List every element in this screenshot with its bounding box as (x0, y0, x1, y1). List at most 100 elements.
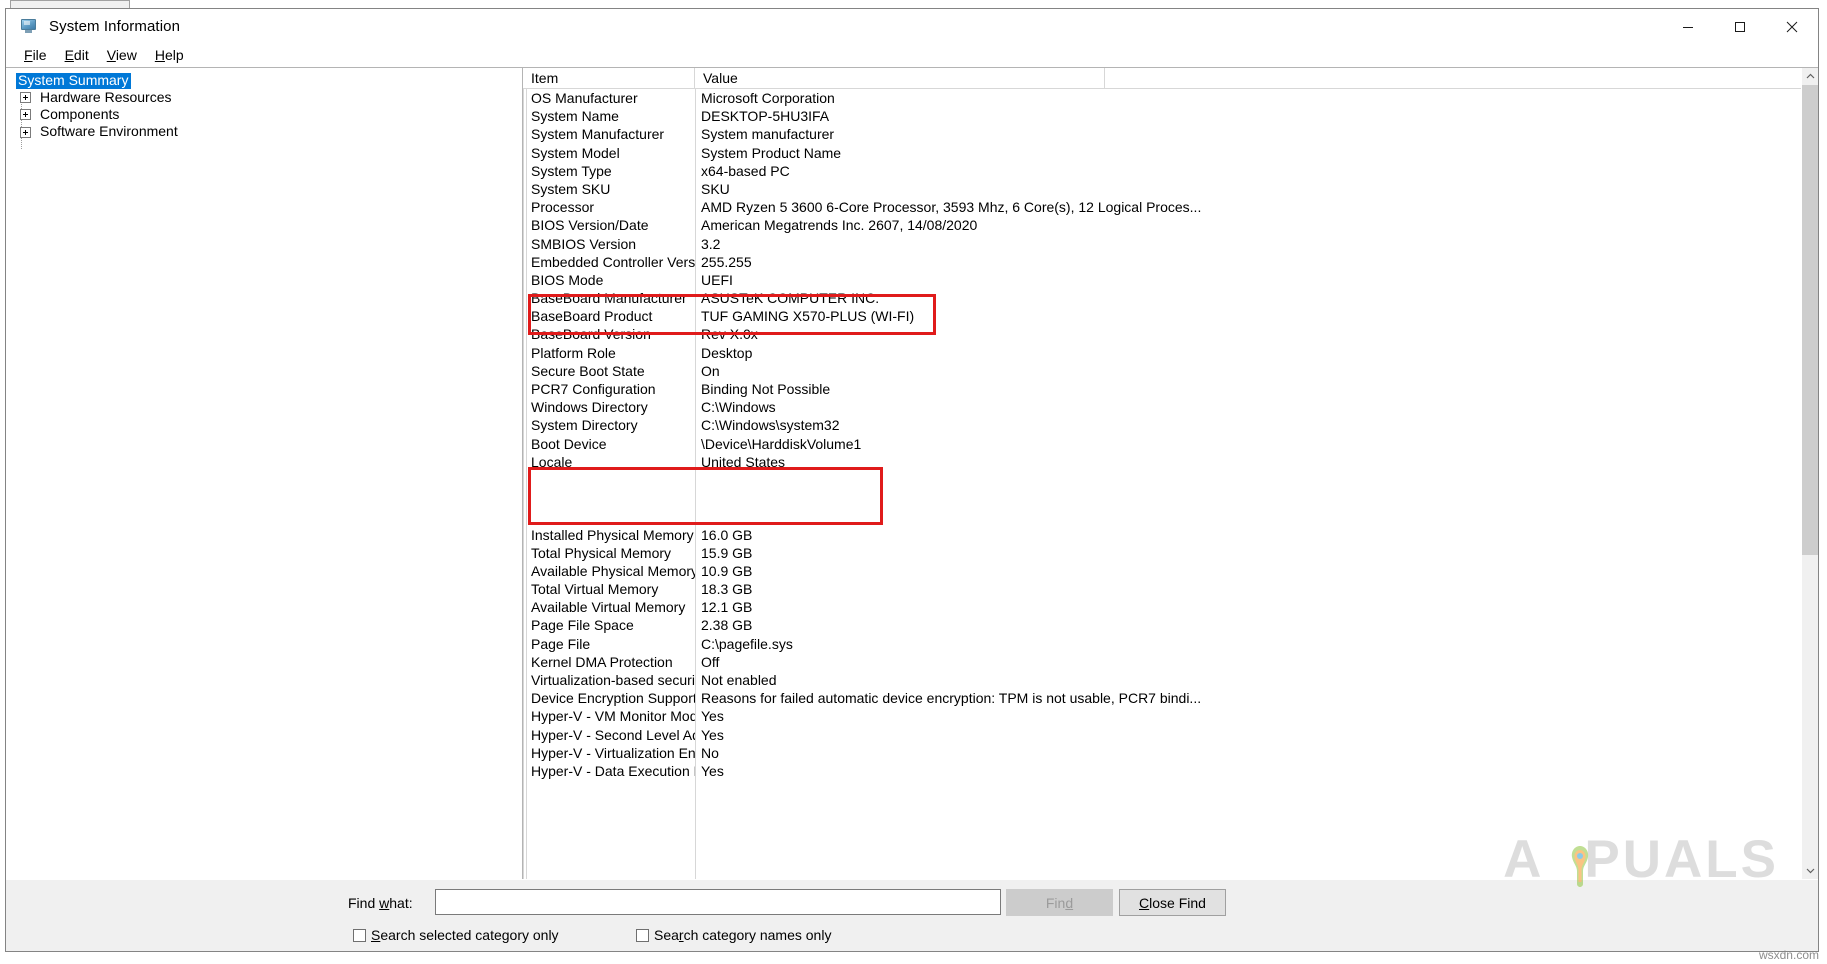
search-selected-category-label: Search selected category only (371, 927, 559, 943)
close-find-button[interactable]: Close Find (1119, 889, 1226, 916)
row-value-cell: DESKTOP-5HU3IFA (701, 108, 830, 125)
table-row-blank (523, 489, 1801, 507)
table-row[interactable]: Hyper-V - Virtualization Enable... No (523, 744, 1801, 762)
tree-item-system-summary[interactable]: System Summary (6, 72, 522, 89)
menu-help[interactable]: Help (146, 45, 193, 66)
row-item-cell: System Name (531, 108, 619, 125)
tree-item-components[interactable]: Components (6, 106, 522, 123)
title-bar: System Information (6, 9, 1818, 44)
find-button[interactable]: Fin d (1006, 889, 1113, 916)
row-item-cell: System Directory (531, 417, 638, 434)
column-header-filler (1105, 68, 1801, 89)
search-category-names-checkbox[interactable] (636, 928, 649, 942)
table-row[interactable]: Total Virtual Memory 18.3 GB (523, 580, 1801, 598)
expand-plus-icon[interactable] (20, 126, 31, 138)
search-category-names-row[interactable]: Search category names only (636, 927, 831, 943)
table-row[interactable]: BaseBoard Manufacturer ASUSTeK COMPUTER I… (523, 289, 1801, 307)
menu-file[interactable]: File (15, 45, 56, 66)
table-row[interactable]: Total Physical Memory 15.9 GB (523, 544, 1801, 562)
category-tree[interactable]: System Summary Hardware Resources Compon… (6, 68, 523, 879)
row-item-cell (523, 489, 695, 507)
row-item-cell: OS Manufacturer (531, 90, 638, 106)
row-value-cell (695, 471, 1801, 489)
table-row[interactable]: System SKU SKU (523, 180, 1801, 198)
table-row[interactable]: System Name DESKTOP-5HU3IFA (523, 107, 1801, 125)
table-row-blank (523, 471, 1801, 489)
scrollbar-thumb[interactable] (1802, 85, 1818, 555)
tree-item-software-environment[interactable]: Software Environment (6, 124, 522, 141)
details-list[interactable]: Item Value OS Manufacturer Microsoft Corp… (523, 68, 1801, 879)
close-button[interactable] (1766, 9, 1818, 44)
table-row[interactable]: Page File C:\pagefile.sys (523, 635, 1801, 653)
table-row[interactable]: Hyper-V - Data Execution Prote... Yes (523, 762, 1801, 780)
row-item-cell: Device Encryption Support (531, 690, 695, 707)
row-value-cell (695, 507, 1801, 525)
table-row[interactable]: Hyper-V - Second Level Addres... Yes (523, 726, 1801, 744)
expand-plus-icon[interactable] (20, 92, 31, 104)
table-row[interactable]: System Model System Product Name (523, 144, 1801, 162)
table-row[interactable]: System Type x64-based PC (523, 162, 1801, 180)
row-item-cell: Boot Device (531, 435, 607, 452)
table-row[interactable]: SMBIOS Version 3.2 (523, 235, 1801, 253)
table-row[interactable]: System Directory C:\Windows\system32 (523, 416, 1801, 434)
table-row[interactable]: Device Encryption Support Reasons for fai… (523, 689, 1801, 707)
table-row[interactable]: Windows Directory C:\Windows (523, 398, 1801, 416)
table-row[interactable]: BIOS Version/Date American Megatrends Inc… (523, 216, 1801, 234)
table-row[interactable]: Embedded Controller Version 255.255 (523, 253, 1801, 271)
table-row[interactable]: Kernel DMA Protection Off (523, 653, 1801, 671)
table-row[interactable]: OS Manufacturer Microsoft Corporation (523, 89, 1801, 107)
vertical-scrollbar[interactable] (1801, 68, 1818, 879)
minimize-button[interactable] (1662, 9, 1714, 44)
row-value-cell: AMD Ryzen 5 3600 6-Core Processor, 3593 … (701, 199, 1202, 216)
row-value-cell: 12.1 GB (701, 599, 753, 616)
table-row[interactable]: Installed Physical Memory (RAM) 16.0 GB (523, 526, 1801, 544)
table-row-blank (523, 507, 1801, 525)
table-row[interactable]: Virtualization-based security Not enabled (523, 671, 1801, 689)
table-row[interactable]: Processor AMD Ryzen 5 3600 6-Core Process… (523, 198, 1801, 216)
column-header-value[interactable]: Value (695, 68, 1105, 89)
table-row[interactable]: Available Physical Memory 10.9 GB (523, 562, 1801, 580)
table-row[interactable]: Locale United States (523, 453, 1801, 471)
content-area: System Summary Hardware Resources Compon… (6, 67, 1818, 879)
table-row[interactable]: Platform Role Desktop (523, 344, 1801, 362)
tree-item-software-environment-label: Software Environment (40, 123, 178, 140)
table-row[interactable]: Available Virtual Memory 12.1 GB (523, 598, 1801, 616)
row-item-cell: Hyper-V - Second Level Addres... (531, 726, 695, 743)
row-item-cell: Available Physical Memory (531, 562, 695, 579)
table-row[interactable]: BIOS Mode UEFI (523, 271, 1801, 289)
row-item-cell: SMBIOS Version (531, 235, 637, 252)
list-header: Item Value (523, 68, 1801, 89)
scrollbar-track[interactable] (1802, 85, 1818, 862)
tree-item-hardware-resources[interactable]: Hardware Resources (6, 89, 522, 106)
row-value-cell: \Device\HarddiskVolume1 (701, 435, 862, 452)
scroll-down-button[interactable] (1802, 862, 1818, 879)
row-value-cell: x64-based PC (701, 162, 790, 179)
search-selected-category-row[interactable]: Search selected category only (353, 927, 559, 943)
row-item-cell: Processor (531, 199, 595, 216)
expand-plus-icon[interactable] (20, 109, 31, 121)
row-value-cell: System manufacturer (701, 126, 835, 143)
row-item-cell: System SKU (531, 180, 611, 197)
scroll-up-button[interactable] (1802, 68, 1818, 85)
table-row[interactable]: System Manufacturer System manufacturer (523, 125, 1801, 143)
table-row[interactable]: PCR7 Configuration Binding Not Possible (523, 380, 1801, 398)
row-value-cell: ASUSTeK COMPUTER INC. (701, 290, 880, 307)
table-row[interactable]: Secure Boot State On (523, 362, 1801, 380)
table-row[interactable]: Page File Space 2.38 GB (523, 616, 1801, 634)
menu-help-label-rest: elp (164, 47, 184, 63)
search-selected-category-checkbox[interactable] (353, 928, 366, 942)
table-row[interactable]: Boot Device \Device\HarddiskVolume1 (523, 435, 1801, 453)
row-item-cell (523, 471, 695, 489)
maximize-button[interactable] (1714, 9, 1766, 44)
table-row[interactable]: BaseBoard Version Rev X.0x (523, 325, 1801, 343)
window-controls (1662, 9, 1818, 44)
row-value-cell: 18.3 GB (701, 581, 753, 598)
menu-view[interactable]: View (98, 45, 146, 66)
table-row[interactable]: Hyper-V - VM Monitor Mode E... Yes (523, 707, 1801, 725)
column-header-item[interactable]: Item (523, 68, 695, 89)
find-input[interactable] (435, 889, 1001, 915)
menu-edit[interactable]: Edit (56, 45, 98, 66)
table-row[interactable]: BaseBoard Product TUF GAMING X570-PLUS (W… (523, 307, 1801, 325)
row-value-cell: System Product Name (701, 144, 842, 161)
row-value-cell (695, 489, 1801, 507)
